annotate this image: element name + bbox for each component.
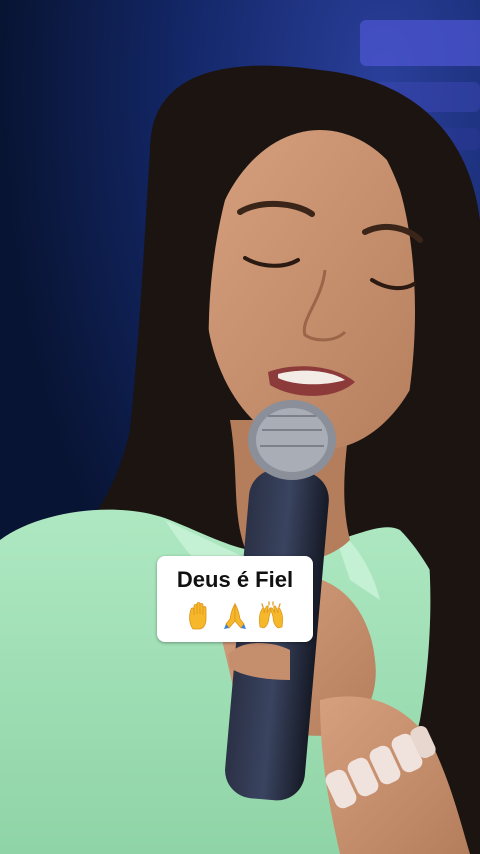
raised-hand-icon [189, 602, 207, 630]
video-frame: Deus é Fiel [0, 0, 480, 854]
raising-hands-icon [258, 601, 284, 629]
caption-box: Deus é Fiel [157, 556, 313, 642]
stage-light-bar [360, 20, 480, 66]
caption-text: Deus é Fiel [176, 567, 294, 592]
caption-emoji-row [184, 601, 286, 631]
folded-hands-icon [224, 602, 246, 629]
scene-image [0, 0, 480, 854]
microphone-head-mesh [256, 408, 328, 472]
